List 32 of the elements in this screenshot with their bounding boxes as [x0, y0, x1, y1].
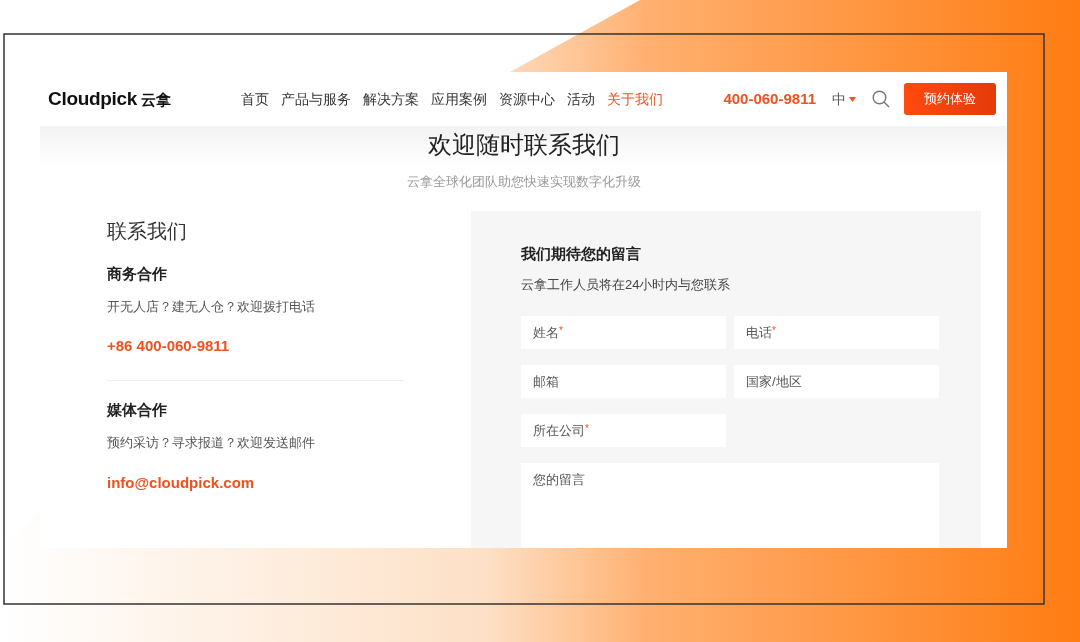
nav-link[interactable]: 关于我们	[607, 88, 664, 110]
form-subtitle: 云拿工作人员将在24小时内与您联系	[521, 275, 732, 294]
cta-button[interactable]: 预约体验	[904, 83, 996, 115]
caret-icon	[849, 96, 856, 102]
nav-link[interactable]: 产品与服务	[281, 88, 352, 110]
input-field[interactable]: 国家/地区	[734, 365, 939, 398]
nav-link[interactable]: 活动	[567, 88, 596, 110]
logo-text[interactable]: 云拿	[141, 88, 172, 112]
section-text: 开无人店？建无人仓？欢迎拨打电话	[107, 297, 316, 316]
contact-link[interactable]: info@cloudpick.com	[107, 473, 255, 491]
section-heading: 媒体合作	[107, 401, 168, 419]
section-text: 预约采访？寻求报道？欢迎发送邮件	[107, 434, 316, 452]
search-icon	[872, 90, 890, 108]
page-subtitle: 云拿全球化团队助您快速实现数字化升级	[405, 173, 642, 191]
nav-link[interactable]: 应用案例	[431, 88, 488, 110]
nav-link[interactable]: 解决方案	[363, 88, 420, 110]
phone-number: 400-060-9811	[723, 88, 816, 109]
input-field[interactable]: 姓名*	[521, 316, 726, 349]
nav-link[interactable]: 资源中心	[499, 88, 556, 110]
section-heading: 商务合作	[107, 264, 168, 283]
input-field[interactable]: 所在公司*	[521, 414, 726, 447]
search-button[interactable]	[872, 90, 890, 108]
nav-link[interactable]: 首页	[241, 88, 270, 110]
contact-link[interactable]: +86 400-060-9811	[107, 337, 230, 354]
logo-text[interactable]: Cloudpick	[48, 84, 138, 114]
section-title: 联系我们	[107, 218, 188, 243]
language-selector[interactable]: 中	[832, 88, 856, 110]
page-title: 欢迎随时联系我们	[426, 130, 621, 160]
input-field[interactable]: 邮箱	[521, 365, 726, 398]
form-title: 我们期待您的留言	[521, 244, 642, 263]
input-field[interactable]: 电话*	[734, 316, 939, 349]
message-field[interactable]: 您的留言	[521, 463, 939, 548]
